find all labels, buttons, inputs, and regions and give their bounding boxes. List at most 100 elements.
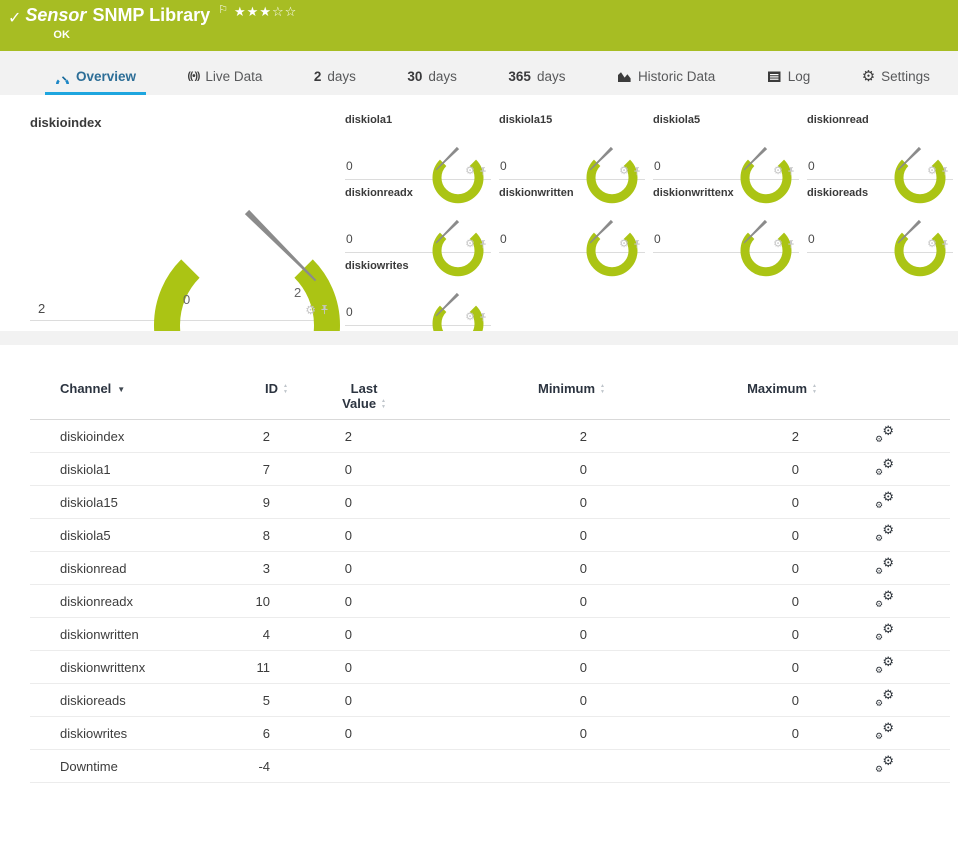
edit-channel-icon[interactable]: ⚙ ⚙ xyxy=(875,754,894,774)
gauge-value: 0 xyxy=(808,159,815,173)
tab-log[interactable]: Log xyxy=(757,62,821,95)
cell-maximum: 0 xyxy=(791,461,799,477)
tile-actions: ⚙ xyxy=(305,304,329,316)
tile-gear-icon[interactable]: ⚙ xyxy=(619,239,629,250)
tab-30-days[interactable]: 30 days xyxy=(397,62,467,95)
tile-gear-icon[interactable]: ⚙ xyxy=(619,166,629,177)
column-label: Maximum xyxy=(747,381,808,396)
edit-channel-icon[interactable]: ⚙ ⚙ xyxy=(875,655,894,675)
tile-gear-icon[interactable]: ⚙ xyxy=(305,304,316,316)
column-header-minimum[interactable]: Minimum ▲ ▼ xyxy=(352,381,605,396)
log-list-icon xyxy=(767,71,781,82)
gear-icon: ⚙ xyxy=(882,719,894,735)
gear-icon: ⚙ xyxy=(875,466,884,477)
cell-channel: diskiola1 xyxy=(60,461,111,477)
star-filled-icon[interactable]: ★ xyxy=(259,4,272,19)
column-label: Value xyxy=(342,396,377,411)
edit-channel-icon[interactable]: ⚙ ⚙ xyxy=(875,719,894,741)
column-header-last-value[interactable]: Last Value ▲ ▼ xyxy=(270,381,386,411)
column-header-channel[interactable]: Channel ▼ xyxy=(30,381,220,396)
table-row: diskiola5 8 0 0 0 ⚙ ⚙ xyxy=(30,519,950,552)
tab-live-data[interactable]: ((•)) Live Data xyxy=(178,62,273,95)
tile-gear-icon[interactable]: ⚙ xyxy=(773,239,783,250)
cell-minimum: 0 xyxy=(579,494,587,510)
pin-icon[interactable] xyxy=(479,166,487,177)
pin-icon[interactable] xyxy=(787,239,795,250)
gauge-value: 2 xyxy=(38,301,46,316)
cell-maximum: 0 xyxy=(791,527,799,543)
edit-channel-icon[interactable]: ⚙ ⚙ xyxy=(875,457,894,477)
cell-last-value: 0 xyxy=(344,593,352,609)
cell-id: 4 xyxy=(262,626,270,642)
edit-channel-icon[interactable]: ⚙ ⚙ xyxy=(875,424,894,444)
sort-icon[interactable]: ▲ ▼ xyxy=(812,384,817,395)
cell-maximum: 0 xyxy=(791,494,799,510)
channels-panel: Channel ▼ ID ▲ ▼ Last Value ▲ ▼ Minimum ▲ ▼ Max… xyxy=(0,345,958,845)
gear-icon: ⚙ xyxy=(882,521,894,537)
gauge-tile: diskiola1 0 ⚙ xyxy=(345,108,491,204)
table-row: diskiola1 7 0 0 0 ⚙ ⚙ xyxy=(30,453,950,486)
sort-icon[interactable]: ▲ ▼ xyxy=(381,399,386,410)
tab-overview[interactable]: Overview xyxy=(45,62,147,95)
tile-gear-icon[interactable]: ⚙ xyxy=(927,239,937,250)
gauge-scale-min: 0 xyxy=(183,292,191,307)
cell-channel: diskionread xyxy=(60,560,127,576)
star-filled-icon[interactable]: ★ xyxy=(247,4,260,19)
star-empty-icon[interactable]: ☆ xyxy=(272,4,285,19)
tile-gear-icon[interactable]: ⚙ xyxy=(927,166,937,177)
pin-icon[interactable] xyxy=(320,304,329,316)
dropdown-arrow-icon[interactable]: ▼ xyxy=(117,385,125,394)
tab-settings[interactable]: ⚙ Settings xyxy=(852,62,940,95)
edit-channel-icon[interactable]: ⚙ ⚙ xyxy=(875,587,894,609)
gauge-tile: diskionwrittenx 0 ⚙ xyxy=(653,181,799,277)
cell-channel: diskiola15 xyxy=(60,494,118,510)
tab-number: 30 xyxy=(407,69,423,84)
gear-icon: ⚙ xyxy=(882,587,894,603)
pin-icon[interactable] xyxy=(941,239,949,250)
star-filled-icon[interactable]: ★ xyxy=(234,4,247,19)
cell-minimum: 0 xyxy=(579,461,587,477)
gauge-dial xyxy=(154,209,340,331)
edit-channel-icon[interactable]: ⚙ ⚙ xyxy=(875,688,894,708)
tab-number: 2 xyxy=(313,69,322,84)
cell-channel: diskiola5 xyxy=(60,527,111,543)
pin-icon[interactable] xyxy=(941,166,949,177)
gauge-tile: diskionreadx 0 ⚙ xyxy=(345,181,491,277)
pin-icon[interactable] xyxy=(633,239,641,250)
tab-2-days[interactable]: 2 days xyxy=(304,62,366,95)
pin-icon[interactable] xyxy=(479,239,487,250)
edit-channel-icon[interactable]: ⚙ ⚙ xyxy=(875,556,894,576)
live-data-icon: ((•)) xyxy=(187,71,201,82)
tile-gear-icon[interactable]: ⚙ xyxy=(465,239,475,250)
gauge-needle xyxy=(897,146,922,171)
edit-channel-icon[interactable]: ⚙ ⚙ xyxy=(875,622,894,642)
cell-maximum: 2 xyxy=(791,428,799,444)
status-badge: OK xyxy=(53,29,70,41)
star-empty-icon[interactable]: ☆ xyxy=(285,4,298,19)
tile-gear-icon[interactable]: ⚙ xyxy=(465,312,475,323)
pin-icon[interactable] xyxy=(633,166,641,177)
edit-channel-icon[interactable]: ⚙ ⚙ xyxy=(875,490,894,510)
priority-stars[interactable]: ★★★☆☆ xyxy=(234,5,297,18)
gauge-scale-max: 2 xyxy=(294,285,302,300)
cell-last-value: 0 xyxy=(344,659,352,675)
column-header-id[interactable]: ID ▲ ▼ xyxy=(220,381,288,396)
gear-icon: ⚙ xyxy=(875,433,884,444)
table-row: diskionreadx 10 0 0 0 ⚙ ⚙ xyxy=(30,585,950,618)
tile-gear-icon[interactable]: ⚙ xyxy=(465,166,475,177)
object-kind-label: Sensor xyxy=(25,5,87,25)
tab-365-days[interactable]: 365 days xyxy=(498,62,575,95)
tab-historic-data[interactable]: Historic Data xyxy=(607,62,725,95)
table-row: diskioreads 5 0 0 0 ⚙ ⚙ xyxy=(30,684,950,717)
gear-icon: ⚙ xyxy=(875,664,884,675)
tile-gear-icon[interactable]: ⚙ xyxy=(773,166,783,177)
gauge-needle xyxy=(743,219,768,244)
edit-channel-icon[interactable]: ⚙ ⚙ xyxy=(875,521,894,543)
table-row: diskionread 3 0 0 0 ⚙ ⚙ xyxy=(30,552,950,585)
priority-flag-icon[interactable]: ⚐ xyxy=(218,5,228,16)
pin-icon[interactable] xyxy=(479,312,487,323)
gauge-tile: diskiola5 0 ⚙ xyxy=(653,108,799,204)
cell-id: 11 xyxy=(256,659,271,675)
pin-icon[interactable] xyxy=(787,166,795,177)
column-header-maximum[interactable]: Maximum ▲ ▼ xyxy=(587,381,817,396)
